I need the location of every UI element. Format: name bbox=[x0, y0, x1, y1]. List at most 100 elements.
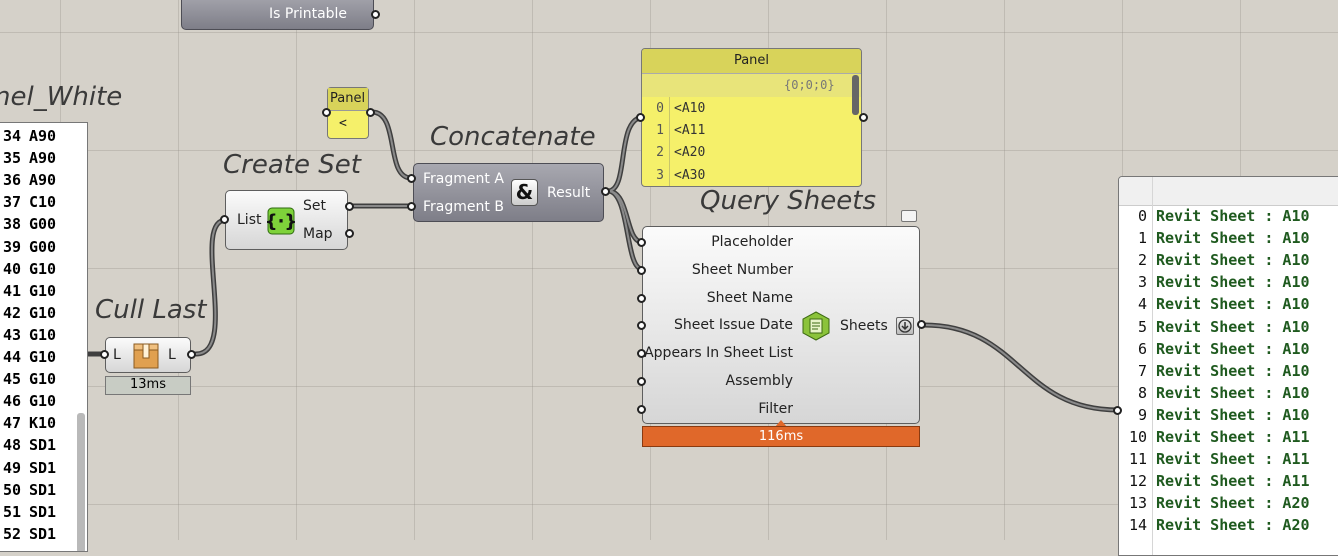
left-panel-scrollbar[interactable] bbox=[77, 413, 85, 551]
sheets-output-grip[interactable] bbox=[917, 320, 926, 329]
result-grip[interactable] bbox=[601, 187, 610, 196]
list-item: 34 A90 bbox=[0, 127, 77, 147]
list-item-index: 38 bbox=[2, 215, 21, 234]
list-item: 48 SD1 bbox=[0, 436, 77, 456]
fragment-a-grip[interactable] bbox=[407, 174, 416, 183]
list-item-index: 39 bbox=[2, 237, 21, 256]
list-item: 42 G10 bbox=[0, 304, 77, 324]
table-row-index: 10 bbox=[1128, 428, 1147, 446]
box-icon bbox=[131, 340, 161, 370]
query-sheets-input-label: Sheet Number bbox=[691, 261, 793, 278]
list-item-index: 51 bbox=[2, 502, 21, 521]
table-row: 10 Revit Sheet : A11 bbox=[1119, 428, 1338, 448]
list-item-index: 47 bbox=[2, 414, 21, 433]
query-sheets-input-grip[interactable] bbox=[637, 404, 646, 414]
create-set-output-map: Map bbox=[303, 226, 333, 242]
list-item: 44 G10 bbox=[0, 348, 77, 368]
table-row: 9 Revit Sheet : A10 bbox=[1119, 406, 1338, 426]
list-item-value: SD1 bbox=[29, 458, 57, 477]
list-item-value: G10 bbox=[29, 259, 57, 278]
small-panel[interactable]: Panel < bbox=[327, 87, 369, 139]
table-row-index: 4 bbox=[1137, 295, 1147, 314]
query-sheets-component[interactable]: Placeholder Sheet Number Sheet Name Sheet I… bbox=[642, 226, 920, 424]
yellow-panel[interactable]: Panel {0;0;0} 0 <A10 1 <A11 2 <A20 3 <A30 bbox=[641, 48, 862, 187]
table-row-value: Revit Sheet : A10 bbox=[1156, 207, 1310, 225]
small-panel-output-grip[interactable] bbox=[366, 108, 375, 117]
fragment-b-grip[interactable] bbox=[407, 202, 416, 211]
table-row-index: 14 bbox=[1128, 516, 1147, 535]
create-set-title: Create Set bbox=[223, 150, 361, 180]
list-item: 47 K10 bbox=[0, 414, 77, 434]
list-item-index: 37 bbox=[2, 193, 21, 212]
is-printable-component[interactable]: Is Printable bbox=[181, 0, 374, 30]
comment-icon[interactable] bbox=[901, 210, 917, 222]
list-item-value: G10 bbox=[29, 348, 57, 366]
create-set-set-grip[interactable] bbox=[345, 202, 354, 211]
query-sheets-input-label: Appears In Sheet List bbox=[644, 345, 793, 362]
create-set-output-set: Set bbox=[303, 198, 326, 214]
table-row: 3 Revit Sheet : A10 bbox=[1119, 273, 1338, 293]
query-sheets-input-label: Filter bbox=[758, 400, 793, 417]
cull-last-input-grip[interactable] bbox=[100, 350, 109, 359]
table-row-value: Revit Sheet : A11 bbox=[1156, 472, 1310, 491]
create-set-input-grip[interactable] bbox=[220, 215, 229, 224]
table-row-index: 2 bbox=[1137, 251, 1147, 270]
cull-last-output-grip[interactable] bbox=[187, 350, 196, 359]
list-item: 52 SD1 bbox=[0, 525, 77, 545]
table-row-value: Revit Sheet : A10 bbox=[1156, 339, 1310, 358]
create-set-component[interactable]: List {·} Set Map bbox=[225, 190, 348, 250]
table-row-value: Revit Sheet : A20 bbox=[1156, 516, 1310, 535]
query-sheets-input-grip[interactable] bbox=[637, 238, 646, 247]
yellow-panel-input-grip[interactable] bbox=[636, 113, 645, 122]
yellow-panel-scrollbar[interactable] bbox=[852, 75, 859, 115]
table-row-index: 6 bbox=[1137, 339, 1147, 358]
table-row-index: 12 bbox=[1128, 472, 1147, 491]
query-sheets-input-grip[interactable] bbox=[637, 265, 646, 275]
list-item-value: G10 bbox=[29, 325, 57, 344]
table-row-value: Revit Sheet : A10 bbox=[1156, 317, 1310, 336]
wire-cull-to-createset bbox=[193, 217, 229, 357]
is-printable-output-grip[interactable] bbox=[371, 10, 380, 19]
table-row-index: 11 bbox=[1128, 450, 1147, 469]
query-sheets-input-label: Assembly bbox=[725, 373, 793, 389]
right-panel-list[interactable]: 0 Revit Sheet : A10 1 Revit Sheet : A10 2 Rev… bbox=[1118, 176, 1338, 556]
sheets-output-label: Sheets bbox=[840, 318, 888, 334]
right-panel-input-grip[interactable] bbox=[1113, 406, 1122, 415]
table-row: 14 Revit Sheet : A20 bbox=[1119, 516, 1338, 536]
wire-result-to-panel bbox=[605, 114, 647, 194]
table-row: 8 Revit Sheet : A10 bbox=[1119, 384, 1338, 404]
down-arrow-icon[interactable] bbox=[896, 317, 914, 335]
list-item-value: G00 bbox=[29, 237, 57, 256]
left-panel-list[interactable]: 34 A90 35 A90 36 A90 37 C10 38 G00 39 G00 40 G10 41 G10… bbox=[0, 122, 88, 552]
list-item-index: 36 bbox=[2, 171, 21, 190]
list-item-index: 40 bbox=[2, 259, 21, 278]
small-panel-input-grip[interactable] bbox=[322, 108, 331, 117]
list-item: 50 SD1 bbox=[0, 481, 77, 501]
list-item-index: 41 bbox=[2, 281, 21, 300]
table-row-value: Revit Sheet : A10 bbox=[1156, 361, 1310, 380]
small-panel-header: Panel bbox=[330, 91, 366, 106]
table-row: 12 Revit Sheet : A11 bbox=[1119, 472, 1338, 492]
table-row-value: Revit Sheet : A10 bbox=[1156, 229, 1310, 248]
list-item-index: 44 bbox=[2, 348, 21, 366]
yellow-panel-row-value: <A10 bbox=[674, 101, 706, 116]
table-row: 6 Revit Sheet : A10 bbox=[1119, 340, 1338, 360]
cull-last-component[interactable]: L L bbox=[105, 337, 191, 373]
list-item-index: 49 bbox=[2, 458, 21, 477]
query-sheets-input-grip[interactable] bbox=[637, 293, 646, 303]
table-row: 1 Revit Sheet : A10 bbox=[1119, 229, 1338, 249]
list-item-value: A90 bbox=[29, 171, 57, 190]
table-row-value: Revit Sheet : A10 bbox=[1156, 405, 1310, 424]
yellow-panel-output-grip[interactable] bbox=[859, 113, 868, 122]
list-item-index: 48 bbox=[2, 436, 21, 455]
create-set-map-grip[interactable] bbox=[345, 229, 354, 238]
fragment-b-label: Fragment B bbox=[423, 199, 504, 215]
list-item: 45 G10 bbox=[0, 370, 77, 390]
list-item-value: SD1 bbox=[29, 436, 57, 455]
query-sheets-input-grip[interactable] bbox=[637, 377, 646, 386]
table-row: 5 Revit Sheet : A10 bbox=[1119, 318, 1338, 338]
list-item: 51 SD1 bbox=[0, 503, 77, 523]
concatenate-component[interactable]: Fragment A Fragment B & Result bbox=[413, 163, 604, 222]
table-row: 0 Revit Sheet : A10 bbox=[1119, 207, 1338, 227]
list-item-index: 43 bbox=[2, 325, 21, 344]
